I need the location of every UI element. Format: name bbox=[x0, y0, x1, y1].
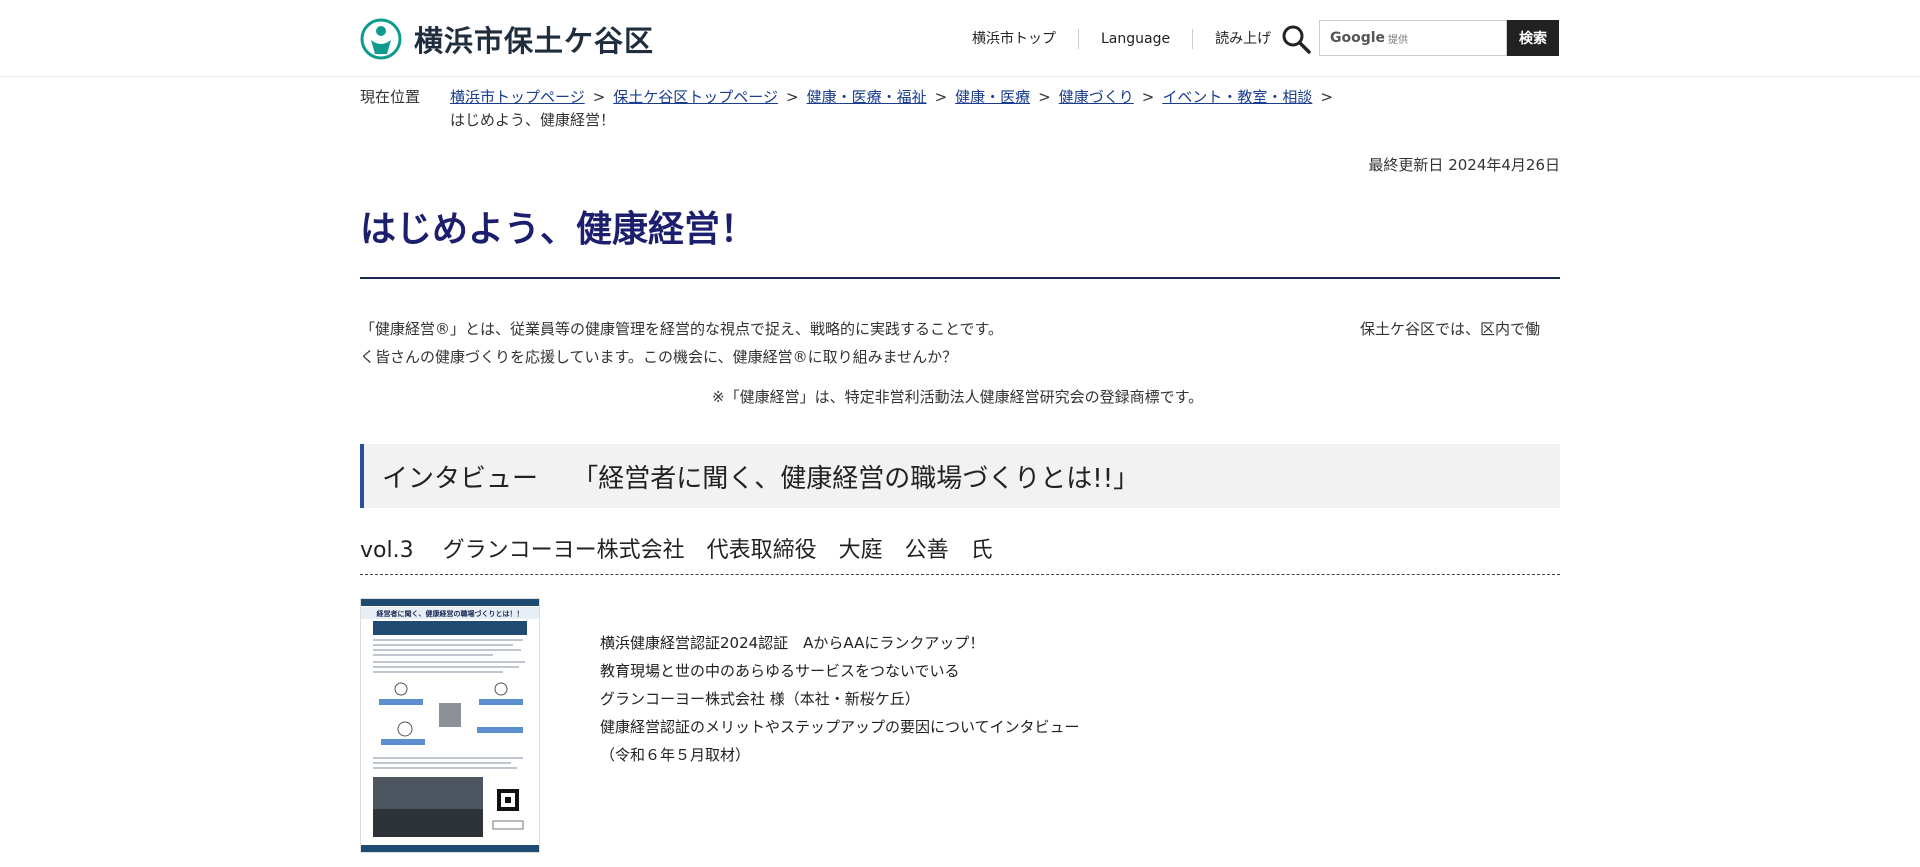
city-emblem-icon bbox=[360, 18, 402, 60]
site-title: 横浜市保土ケ谷区 bbox=[414, 24, 655, 58]
nav-read-aloud[interactable]: 読み上げ bbox=[1193, 29, 1293, 49]
breadcrumb-link[interactable]: 健康・医療 bbox=[955, 88, 1030, 106]
summary-line: （令和６年５月取材） bbox=[600, 746, 751, 764]
summary-line: 健康経営認証のメリットやステップアップの要因についてインタビュー bbox=[600, 718, 1080, 736]
intro-text-line1: 「健康経営®」とは、従業員等の健康管理を経営的な視点で捉え、戦略的に実践すること… bbox=[360, 320, 1004, 338]
search-icon[interactable] bbox=[1281, 24, 1311, 54]
search-placeholder-suffix: 提供 bbox=[1388, 34, 1409, 46]
intro-text-line2: く皆さんの健康づくりを応援しています。この機会に、健康経営®に取り組みませんか？ bbox=[360, 348, 958, 366]
breadcrumb-separator: > bbox=[1320, 88, 1333, 106]
search-placeholder-brand: Google bbox=[1330, 30, 1386, 46]
nav-yokohama-top[interactable]: 横浜市トップ bbox=[950, 29, 1079, 49]
last-updated: 最終更新日 2024年4月26日 bbox=[1368, 156, 1560, 174]
summary-line: 横浜健康経営認証2024認証 AからAAにランクアップ！ bbox=[600, 634, 985, 652]
interview-summary: 横浜健康経営認証2024認証 AからAAにランクアップ！ 教育現場と世の中のあら… bbox=[600, 629, 1080, 769]
summary-line: 教育現場と世の中のあらゆるサービスをつないでいる bbox=[600, 662, 960, 680]
breadcrumb-link[interactable]: 健康づくり bbox=[1059, 88, 1134, 106]
section-heading: インタビュー 「経営者に聞く、健康経営の職場づくりとは!!」 bbox=[360, 444, 1560, 508]
nav-language[interactable]: Language bbox=[1079, 29, 1194, 49]
flyer-image: 経営者に聞く、健康経営の職場づくりとは！！ bbox=[361, 599, 539, 852]
breadcrumb-link[interactable]: 健康・医療・福祉 bbox=[807, 88, 927, 106]
breadcrumb-link[interactable]: 横浜市トップページ bbox=[450, 88, 585, 106]
breadcrumb-label: 現在位置 bbox=[360, 88, 421, 106]
breadcrumb-link[interactable]: 保土ケ谷区トップページ bbox=[613, 88, 778, 106]
breadcrumb-link[interactable]: イベント・教室・相談 bbox=[1162, 88, 1312, 106]
title-divider bbox=[360, 277, 1560, 279]
search-button[interactable]: 検索 bbox=[1507, 20, 1559, 56]
header-nav: 横浜市トップ Language 読み上げ bbox=[950, 22, 1293, 56]
page-title: はじめよう、健康経営！ bbox=[360, 209, 757, 250]
breadcrumb-separator: > bbox=[934, 88, 948, 106]
interview-subheading: vol.3 グランコーヨー株式会社 代表取締役 大庭 公善 氏 bbox=[360, 532, 1560, 575]
flyer-title: 経営者に聞く、健康経営の職場づくりとは！！ bbox=[377, 609, 524, 618]
breadcrumb-separator: > bbox=[785, 88, 799, 106]
interview-flyer-thumbnail[interactable]: 経営者に聞く、健康経営の職場づくりとは！！ bbox=[360, 598, 540, 853]
search-input[interactable]: Google 提供 bbox=[1319, 20, 1507, 56]
site-logo[interactable]: 横浜市保土ケ谷区 bbox=[360, 18, 654, 60]
trademark-note: ※「健康経営」は、特定非営利活動法人健康経営研究会の登録商標です。 bbox=[712, 388, 1204, 406]
breadcrumb: 横浜市トップページ > 保土ケ谷区トップページ > 健康・医療・福祉 > 健康・医療 > 健康づ… bbox=[450, 86, 1410, 132]
breadcrumb-separator: > bbox=[592, 88, 606, 106]
breadcrumb-separator: > bbox=[1141, 88, 1155, 106]
intro-text-line1-right: 保土ケ谷区では、区内で働 bbox=[1360, 320, 1541, 338]
breadcrumb-current: はじめよう、健康経営！ bbox=[450, 111, 616, 129]
breadcrumb-separator: > bbox=[1038, 88, 1051, 106]
site-header: 横浜市保土ケ谷区 横浜市トップ Language 読み上げ Google 提供 … bbox=[0, 0, 1920, 77]
summary-line: グランコーヨー株式会社 様（本社・新桜ケ丘） bbox=[600, 690, 920, 708]
